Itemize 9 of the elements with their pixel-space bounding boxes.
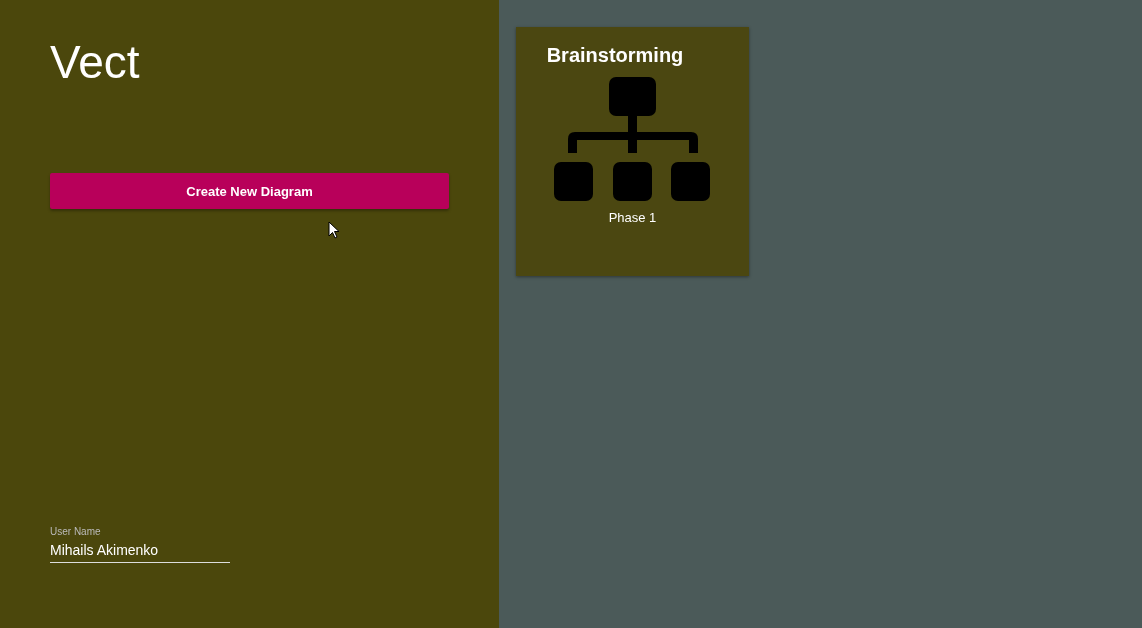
card-subtitle: Phase 1 bbox=[608, 210, 657, 225]
mouse-pointer-icon bbox=[328, 221, 340, 239]
card-title: Brainstorming bbox=[546, 44, 684, 67]
hierarchy-icon bbox=[553, 77, 712, 202]
user-name-field[interactable]: Mihails Akimenko bbox=[50, 542, 230, 563]
app-title: Vect bbox=[50, 36, 140, 88]
field-label: User Name bbox=[50, 526, 101, 537]
diagram-card[interactable]: Brainstorming Phase 1 bbox=[516, 27, 749, 276]
create-diagram-button[interactable]: Create New Diagram bbox=[50, 173, 449, 209]
